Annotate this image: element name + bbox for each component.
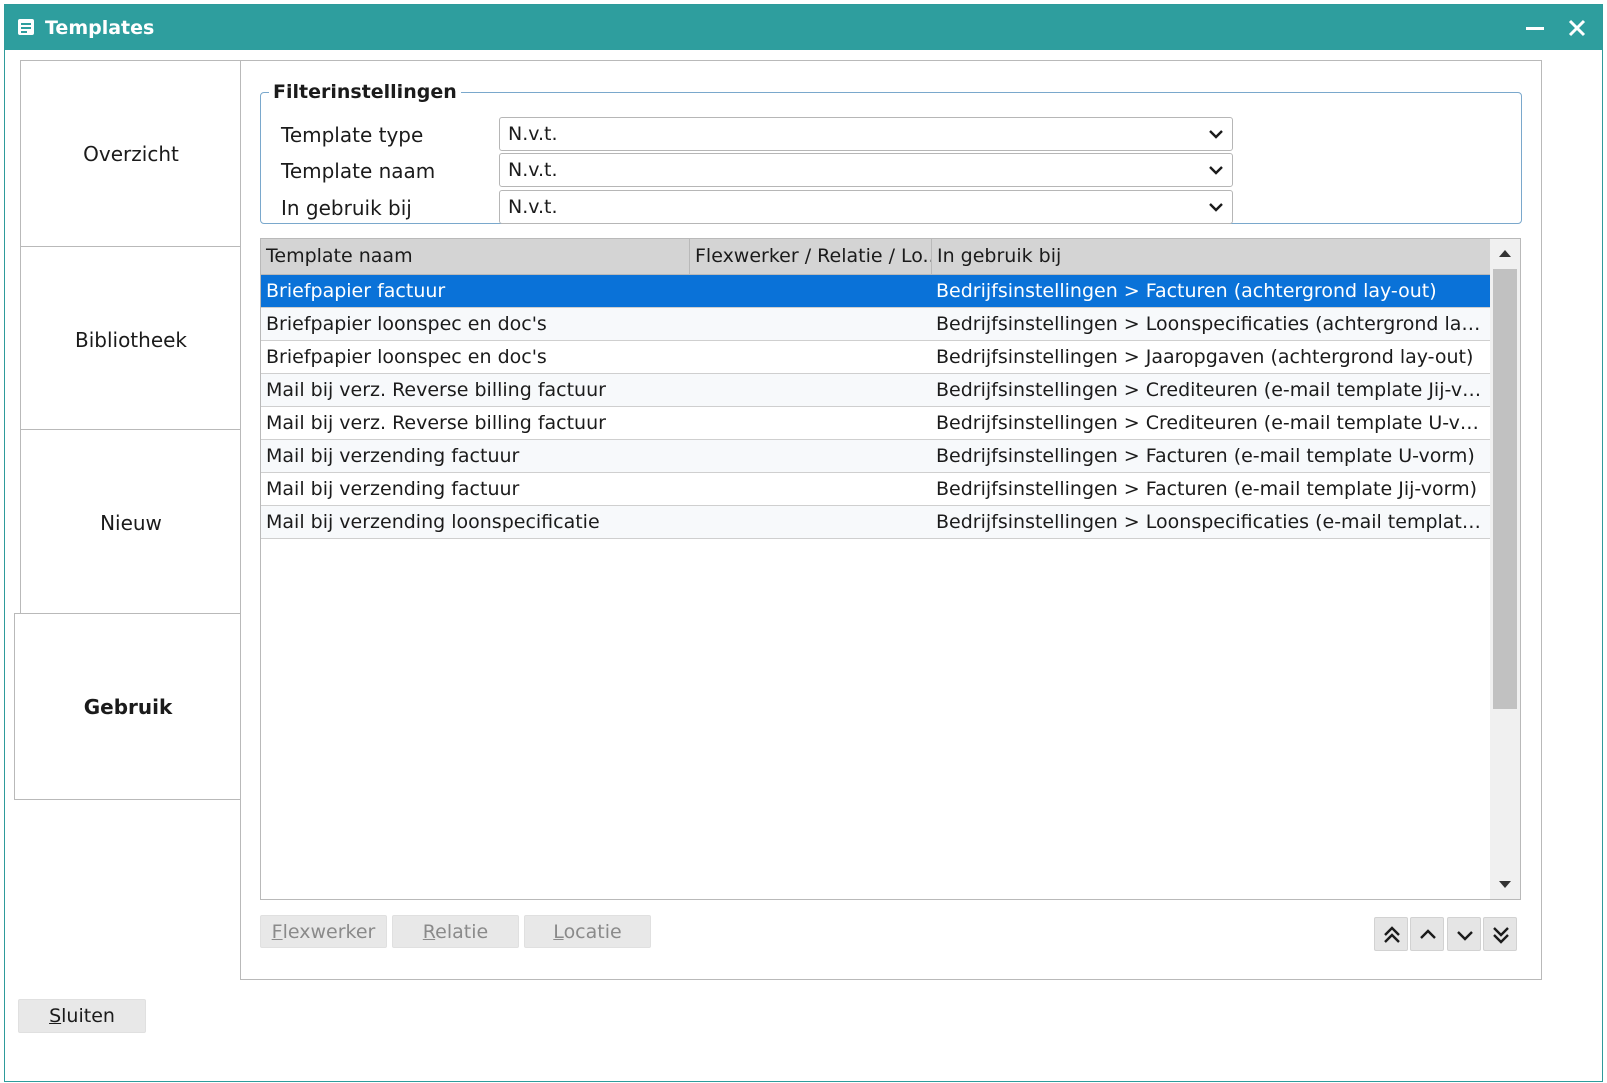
sluiten-button[interactable]: Sluiten (18, 999, 146, 1033)
tab-overzicht[interactable]: Overzicht (20, 60, 241, 247)
table-cell: Bedrijfsinstellingen > Facturen (e-mail … (936, 478, 1477, 500)
scroll-down-button[interactable] (1490, 871, 1520, 899)
filter-legend: Filterinstellingen (273, 81, 457, 103)
locatie-button[interactable]: Locatie (524, 915, 651, 948)
table-cell: Mail bij verz. Reverse billing factuur (266, 379, 606, 401)
chevron-down-icon (1209, 166, 1223, 175)
tab-bibliotheek[interactable]: Bibliotheek (20, 246, 241, 433)
chevron-down-icon (1209, 130, 1223, 139)
gebruik-panel: Filterinstellingen Template type N.v.t. … (240, 60, 1542, 980)
table-row[interactable]: Mail bij verzending factuur Bedrijfsinste… (261, 473, 1491, 506)
table-cell: Bedrijfsinstellingen > Loonspecificaties… (936, 511, 1486, 533)
table-cell: Briefpapier loonspec en doc's (266, 346, 547, 368)
table-cell: Bedrijfsinstellingen > Crediteuren (e-ma… (936, 379, 1486, 401)
minimize-icon (1526, 27, 1544, 30)
move-up-button[interactable] (1410, 917, 1444, 951)
filter-label: Template naam (281, 159, 436, 183)
tab-label: Overzicht (83, 141, 179, 166)
minimize-button[interactable] (1518, 11, 1552, 45)
table-row[interactable]: Briefpapier factuur Bedrijfsinstellingen … (261, 275, 1491, 308)
in-gebruik-bij-select[interactable]: N.v.t. (499, 190, 1233, 224)
filter-label: Template type (281, 123, 424, 147)
template-naam-select[interactable]: N.v.t. (499, 153, 1233, 187)
close-icon (1568, 19, 1586, 37)
move-down-button[interactable] (1447, 917, 1481, 951)
table-row[interactable]: Mail bij verzending loonspecificatie Bedr… (261, 506, 1491, 539)
button-label: Relatie (422, 920, 489, 943)
button-label: Locatie (553, 920, 622, 943)
tab-label: Bibliotheek (74, 327, 188, 352)
tab-label: Gebruik (83, 694, 173, 719)
move-to-bottom-icon (1493, 927, 1509, 944)
table-cell: Mail bij verz. Reverse billing factuur (266, 412, 606, 434)
scroll-up-button[interactable] (1490, 239, 1520, 267)
table-row[interactable]: Mail bij verz. Reverse billing factuur Be… (261, 374, 1491, 407)
table-cell: Bedrijfsinstellingen > Facturen (achterg… (936, 280, 1437, 302)
close-button[interactable] (1560, 11, 1594, 45)
chevron-down-icon (1209, 203, 1223, 212)
table-row[interactable]: Briefpapier loonspec en doc's Bedrijfsins… (261, 308, 1491, 341)
button-label: Sluiten (49, 1005, 115, 1027)
relatie-button[interactable]: Relatie (392, 915, 519, 948)
button-label: Flexwerker (271, 920, 376, 943)
scroll-down-arrow-icon (1499, 881, 1511, 888)
column-header-flexwerker-relatie-locatie[interactable]: Flexwerker / Relatie / Lo... (690, 239, 932, 275)
table-cell: Bedrijfsinstellingen > Crediteuren (e-ma… (936, 412, 1486, 434)
table-row[interactable]: Mail bij verzending factuur Bedrijfsinste… (261, 440, 1491, 473)
filter-label: In gebruik bij (281, 196, 412, 220)
move-down-icon (1457, 931, 1473, 941)
tab-nieuw[interactable]: Nieuw (20, 429, 241, 616)
tab-gebruik[interactable]: Gebruik (14, 613, 241, 800)
tab-label: Nieuw (100, 510, 162, 535)
flexwerker-button[interactable]: Flexwerker (260, 915, 387, 948)
table-cell: Bedrijfsinstellingen > Jaaropgaven (acht… (936, 346, 1474, 368)
move-to-bottom-button[interactable] (1483, 917, 1517, 951)
table-row[interactable]: Briefpapier loonspec en doc's Bedrijfsins… (261, 341, 1491, 374)
select-value: N.v.t. (508, 159, 558, 181)
usage-table: Template naam Flexwerker / Relatie / Lo.… (260, 238, 1521, 900)
vertical-scrollbar[interactable] (1490, 239, 1520, 899)
move-to-top-button[interactable] (1374, 917, 1408, 951)
table-cell: Bedrijfsinstellingen > Facturen (e-mail … (936, 445, 1475, 467)
filter-row-template-type: Template type N.v.t. (281, 117, 1521, 151)
template-type-select[interactable]: N.v.t. (499, 117, 1233, 151)
column-header-template-naam[interactable]: Template naam (261, 239, 690, 275)
table-cell: Briefpapier factuur (266, 280, 446, 302)
window-title: Templates (45, 17, 155, 39)
table-header: Template naam Flexwerker / Relatie / Lo.… (261, 239, 1491, 275)
table-cell: Bedrijfsinstellingen > Loonspecificaties… (936, 313, 1486, 335)
filter-row-in-gebruik-bij: In gebruik bij N.v.t. (281, 190, 1521, 224)
table-cell: Mail bij verzending factuur (266, 478, 520, 500)
filter-settings: Filterinstellingen Template type N.v.t. … (260, 81, 1522, 224)
table-row[interactable]: Mail bij verz. Reverse billing factuur Be… (261, 407, 1491, 440)
table-cell: Mail bij verzending loonspecificatie (266, 511, 600, 533)
select-value: N.v.t. (508, 196, 558, 218)
select-value: N.v.t. (508, 123, 558, 145)
move-to-top-icon (1384, 926, 1400, 943)
move-up-icon (1420, 929, 1436, 939)
templates-app-icon (18, 19, 34, 35)
table-cell: Briefpapier loonspec en doc's (266, 313, 547, 335)
filter-row-template-naam: Template naam N.v.t. (281, 153, 1521, 187)
scrollbar-thumb[interactable] (1493, 269, 1517, 709)
title-bar: Templates (5, 5, 1602, 50)
scroll-up-arrow-icon (1499, 250, 1511, 257)
column-header-in-gebruik-bij[interactable]: In gebruik bij (932, 239, 1491, 275)
table-cell: Mail bij verzending factuur (266, 445, 520, 467)
